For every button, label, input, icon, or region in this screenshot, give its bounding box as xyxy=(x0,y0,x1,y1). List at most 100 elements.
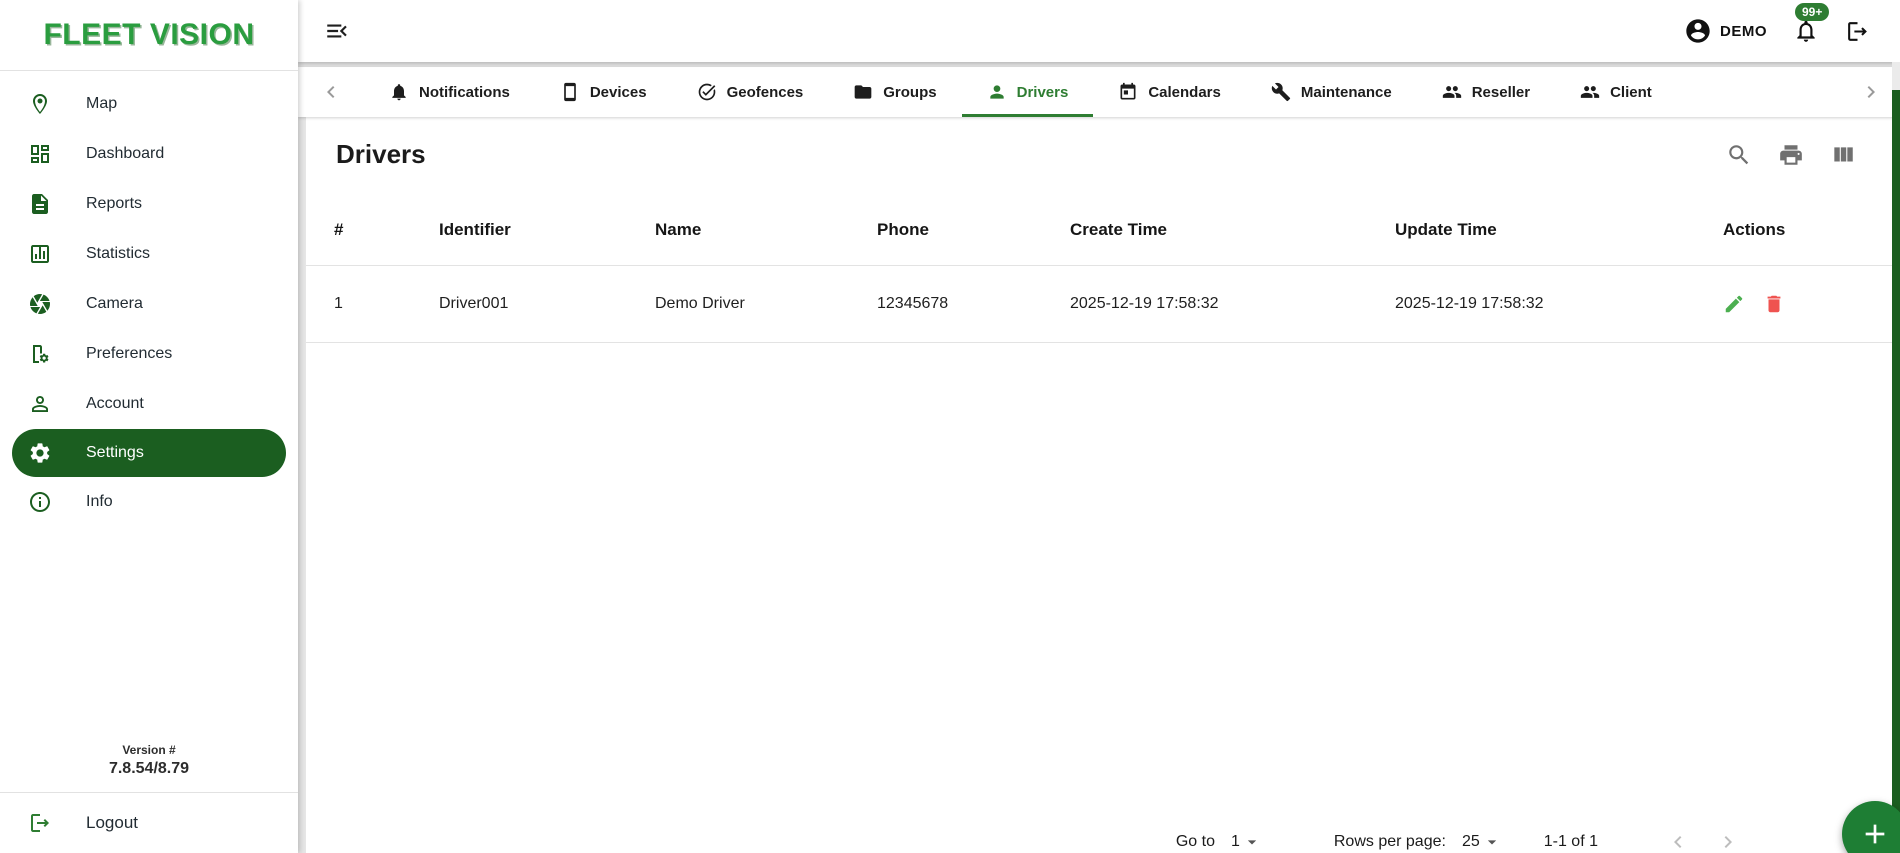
sidebar-item-account[interactable]: Account xyxy=(0,379,298,429)
chevron-left-icon xyxy=(1666,830,1690,853)
sidebar-item-logout[interactable]: Logout xyxy=(0,793,298,853)
tab-calendars[interactable]: Calendars xyxy=(1093,67,1246,117)
sidebar-item-settings[interactable]: Settings xyxy=(12,429,286,477)
tab-drivers[interactable]: Drivers xyxy=(962,67,1094,117)
content-area: Drivers # Identifier Name Phon xyxy=(298,117,1900,853)
people-icon xyxy=(1442,82,1462,102)
column-header-num[interactable]: # xyxy=(334,220,439,240)
table-row: 1 Driver001 Demo Driver 12345678 2025-12… xyxy=(306,266,1892,343)
plus-icon xyxy=(1859,818,1891,850)
tab-notifications[interactable]: Notifications xyxy=(364,67,535,117)
cell-actions xyxy=(1723,293,1872,315)
bell-icon xyxy=(1793,18,1819,44)
notifications-button[interactable]: 99+ xyxy=(1793,18,1819,44)
gear-icon xyxy=(28,441,52,465)
cell-phone: 12345678 xyxy=(877,295,1070,313)
sidebar-item-preferences[interactable]: Preferences xyxy=(0,329,298,379)
cell-identifier: Driver001 xyxy=(439,295,655,313)
chevron-right-icon xyxy=(1859,80,1883,104)
sidebar-item-label: Account xyxy=(86,395,144,413)
vertical-scrollbar[interactable] xyxy=(1892,62,1900,853)
tab-label: Calendars xyxy=(1148,84,1221,101)
rows-per-page-select[interactable]: 25 xyxy=(1462,832,1502,852)
caret-down-icon xyxy=(1242,832,1262,852)
tab-label: Notifications xyxy=(419,84,510,101)
menu-collapse-icon[interactable] xyxy=(324,18,350,44)
sidebar-footer: Version # 7.8.54/8.79 Logout xyxy=(0,737,298,853)
column-header-phone[interactable]: Phone xyxy=(877,220,1070,240)
sidebar-nav: Map Dashboard Reports Statistics Camera … xyxy=(0,71,298,527)
sidebar-item-dashboard[interactable]: Dashboard xyxy=(0,129,298,179)
tab-label: Devices xyxy=(590,84,647,101)
rows-per-page-label: Rows per page: xyxy=(1334,833,1446,851)
tab-geofences[interactable]: Geofences xyxy=(672,67,829,117)
column-header-name[interactable]: Name xyxy=(655,220,877,240)
sidebar-item-map[interactable]: Map xyxy=(0,79,298,129)
preferences-icon xyxy=(28,342,52,366)
tabs-scroll-left-button[interactable] xyxy=(312,67,350,117)
sidebar-item-label: Preferences xyxy=(86,345,172,363)
tab-client[interactable]: Client xyxy=(1555,67,1677,117)
rows-per-page-value: 25 xyxy=(1462,833,1480,851)
tab-maintenance[interactable]: Maintenance xyxy=(1246,67,1417,117)
settings-tabbar: Notifications Devices Geofences Groups D… xyxy=(298,67,1900,117)
print-button[interactable] xyxy=(1778,142,1804,168)
exit-icon xyxy=(1845,19,1870,44)
edit-row-button[interactable] xyxy=(1723,293,1745,315)
pagination-bar: Go to 1 Rows per page: 25 1-1 of 1 xyxy=(1176,819,1740,853)
tab-label: Client xyxy=(1610,84,1652,101)
column-header-create-time[interactable]: Create Time xyxy=(1070,220,1395,240)
sidebar-item-label: Info xyxy=(86,493,113,511)
pencil-icon xyxy=(1723,293,1745,315)
cell-update-time: 2025-12-19 17:58:32 xyxy=(1395,295,1723,313)
cell-name: Demo Driver xyxy=(655,295,877,313)
user-avatar-icon xyxy=(1684,17,1712,45)
columns-icon xyxy=(1830,142,1856,168)
next-page-button[interactable] xyxy=(1716,830,1740,853)
tabs-scroll-right-button[interactable] xyxy=(1852,67,1890,117)
version-value: 7.8.54/8.79 xyxy=(0,760,298,778)
sidebar-item-statistics[interactable]: Statistics xyxy=(0,229,298,279)
tab-reseller[interactable]: Reseller xyxy=(1417,67,1555,117)
previous-page-button[interactable] xyxy=(1666,830,1690,853)
columns-button[interactable] xyxy=(1830,142,1856,168)
folder-icon xyxy=(853,82,873,102)
delete-row-button[interactable] xyxy=(1763,293,1785,315)
trash-icon xyxy=(1763,293,1785,315)
logout-icon xyxy=(28,811,52,835)
sidebar-item-info[interactable]: Info xyxy=(0,477,298,527)
sidebar-item-reports[interactable]: Reports xyxy=(0,179,298,229)
cell-num: 1 xyxy=(334,295,439,313)
goto-label: Go to xyxy=(1176,833,1215,851)
search-icon xyxy=(1726,142,1752,168)
version-label: Version # xyxy=(0,743,298,757)
card-header: Drivers xyxy=(306,117,1892,170)
bell-icon xyxy=(389,82,409,102)
notifications-badge: 99+ xyxy=(1795,3,1829,21)
tab-label: Drivers xyxy=(1017,84,1069,101)
printer-icon xyxy=(1778,142,1804,168)
dashboard-icon xyxy=(28,142,52,166)
sidebar-item-label: Settings xyxy=(86,444,144,462)
drivers-card: Drivers # Identifier Name Phon xyxy=(306,117,1892,853)
add-driver-button[interactable] xyxy=(1842,801,1900,853)
chevron-left-icon xyxy=(319,80,343,104)
logout-button[interactable] xyxy=(1845,19,1870,44)
tab-label: Geofences xyxy=(727,84,804,101)
user-menu[interactable]: DEMO xyxy=(1684,17,1767,45)
sidebar-item-camera[interactable]: Camera xyxy=(0,279,298,329)
goto-page-select[interactable]: 1 xyxy=(1231,832,1262,852)
user-name: DEMO xyxy=(1720,23,1767,40)
camera-aperture-icon xyxy=(28,292,52,316)
search-button[interactable] xyxy=(1726,142,1752,168)
column-header-update-time[interactable]: Update Time xyxy=(1395,220,1723,240)
wrench-icon xyxy=(1271,82,1291,102)
scrollbar-thumb[interactable] xyxy=(1892,90,1900,853)
geofence-check-icon xyxy=(697,82,717,102)
column-header-identifier[interactable]: Identifier xyxy=(439,220,655,240)
sidebar-item-label: Statistics xyxy=(86,245,150,263)
tab-devices[interactable]: Devices xyxy=(535,67,672,117)
tab-groups[interactable]: Groups xyxy=(828,67,961,117)
sidebar-item-label: Camera xyxy=(86,295,143,313)
pagination-range: 1-1 of 1 xyxy=(1544,833,1598,851)
